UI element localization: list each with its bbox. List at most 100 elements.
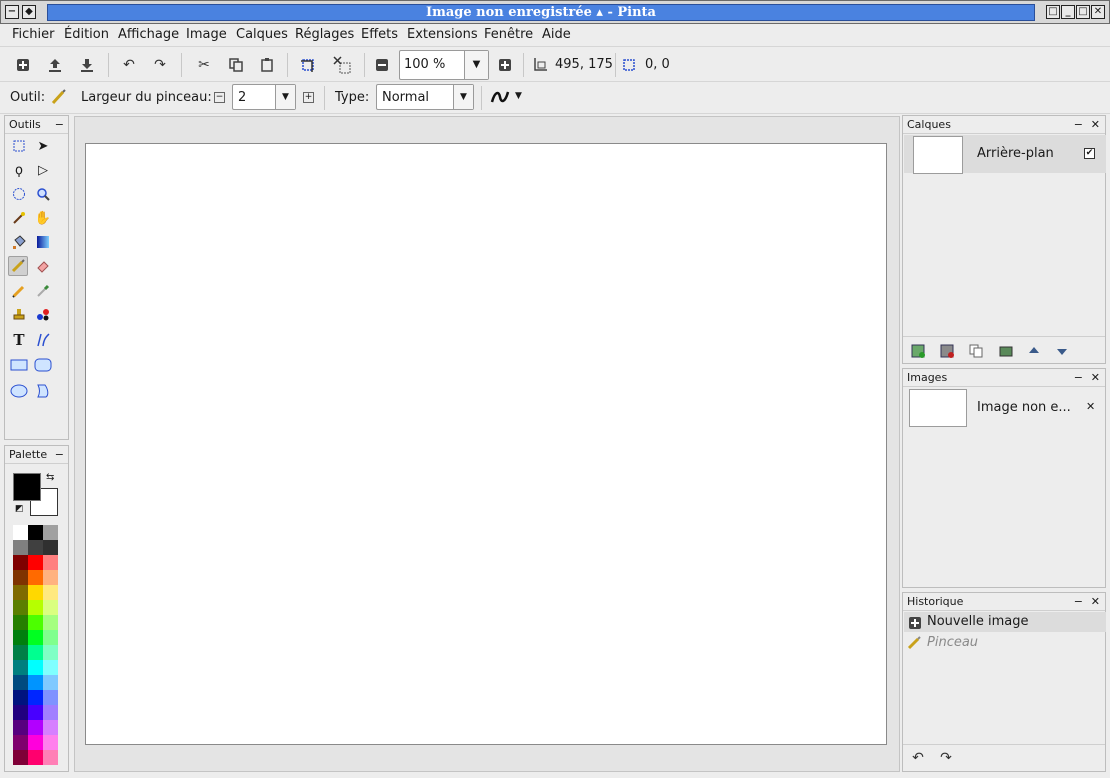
zoom-in-icon[interactable] <box>494 54 516 76</box>
palette-swatch[interactable] <box>13 525 28 540</box>
zoom-icon[interactable] <box>33 184 53 204</box>
clone-stamp-icon[interactable] <box>9 305 29 325</box>
palette-swatch[interactable] <box>13 690 28 705</box>
image-row[interactable]: Image non e... ✕ <box>904 388 1106 430</box>
palette-swatch[interactable] <box>28 630 43 645</box>
window-maximize-button[interactable]: □ <box>1076 5 1090 19</box>
palette-swatch[interactable] <box>28 660 43 675</box>
palette-swatch[interactable] <box>13 540 28 555</box>
palette-swatch[interactable] <box>43 585 58 600</box>
color-picker-icon[interactable] <box>33 281 53 301</box>
palette-swatch[interactable] <box>43 660 58 675</box>
menu-calques[interactable]: Calques <box>236 27 288 42</box>
palette-swatch[interactable] <box>28 690 43 705</box>
palette-swatch[interactable] <box>43 630 58 645</box>
eraser-icon[interactable] <box>33 256 53 276</box>
palette-swatch[interactable] <box>28 600 43 615</box>
rectangle-select-icon[interactable] <box>9 136 29 156</box>
palette-swatch[interactable] <box>43 645 58 660</box>
close-panel-icon[interactable]: ✕ <box>1091 369 1100 387</box>
close-panel-icon[interactable]: ✕ <box>1091 116 1100 134</box>
rectangle-icon[interactable] <box>9 355 29 375</box>
decrease-width-button[interactable]: − <box>214 92 225 103</box>
lasso-select-icon[interactable]: ϙ <box>9 160 29 180</box>
type-combo[interactable]: Normal ▼ <box>376 84 474 110</box>
pencil-icon[interactable] <box>9 281 29 301</box>
palette-swatch[interactable] <box>43 735 58 750</box>
menu-fichier[interactable]: Fichier <box>12 27 55 42</box>
palette-swatch[interactable] <box>13 585 28 600</box>
image-canvas[interactable] <box>85 143 887 745</box>
cut-icon[interactable]: ✂ <box>193 54 215 76</box>
palette-swatch[interactable] <box>28 750 43 765</box>
paste-icon[interactable] <box>256 54 278 76</box>
zoom-out-icon[interactable] <box>371 54 393 76</box>
ellipse-select-icon[interactable] <box>9 184 29 204</box>
palette-swatch[interactable] <box>13 675 28 690</box>
menu-extensions[interactable]: Extensions <box>407 27 478 42</box>
paintbrush-icon[interactable] <box>48 86 70 108</box>
menu-reglages[interactable]: Réglages <box>295 27 354 42</box>
ellipse-icon[interactable] <box>9 381 29 401</box>
palette-swatch[interactable] <box>43 690 58 705</box>
chevron-down-icon[interactable]: ▼ <box>453 85 473 109</box>
zoom-combo[interactable]: 100 % ▼ <box>399 50 489 80</box>
canvas-viewport[interactable] <box>74 116 900 772</box>
primary-color-swatch[interactable] <box>13 473 41 501</box>
window-minimize-button[interactable]: _ <box>1061 5 1075 19</box>
palette-swatch[interactable] <box>43 570 58 585</box>
close-image-icon[interactable]: ✕ <box>1086 400 1095 413</box>
increase-width-button[interactable]: + <box>303 92 314 103</box>
layer-row[interactable]: Arrière-plan ✔ <box>904 135 1106 174</box>
palette-swatch[interactable] <box>13 630 28 645</box>
minimize-panel-icon[interactable]: − <box>1074 369 1083 387</box>
duplicate-layer-icon[interactable] <box>965 340 987 362</box>
move-selected-icon[interactable]: ➤ <box>33 136 53 156</box>
palette-swatch[interactable] <box>43 600 58 615</box>
freeform-shape-icon[interactable] <box>33 381 53 401</box>
move-selection-icon[interactable]: ▷ <box>33 160 53 180</box>
window-close-button[interactable]: ✕ <box>1091 5 1105 19</box>
brush-width-combo[interactable]: 2 ▼ <box>232 84 296 110</box>
delete-layer-icon[interactable] <box>936 340 958 362</box>
undo-icon[interactable]: ↶ <box>907 747 929 769</box>
history-item[interactable]: Pinceau <box>904 633 1106 653</box>
palette-swatch[interactable] <box>43 720 58 735</box>
palette-swatch[interactable] <box>28 585 43 600</box>
palette-swatch[interactable] <box>13 645 28 660</box>
save-icon[interactable] <box>76 54 98 76</box>
palette-swatch[interactable] <box>28 615 43 630</box>
menu-aide[interactable]: Aide <box>542 27 571 42</box>
close-panel-icon[interactable]: ✕ <box>1091 593 1100 611</box>
history-item[interactable]: Nouvelle image <box>904 612 1106 632</box>
deselect-all-icon[interactable] <box>331 54 353 76</box>
paintbrush-tool-icon[interactable] <box>8 256 28 276</box>
palette-swatch[interactable] <box>13 720 28 735</box>
palette-swatch[interactable] <box>28 570 43 585</box>
merge-layer-down-icon[interactable] <box>995 340 1017 362</box>
rounded-rectangle-icon[interactable] <box>33 355 53 375</box>
palette-swatch[interactable] <box>43 540 58 555</box>
palette-swatch[interactable] <box>28 555 43 570</box>
open-icon[interactable] <box>44 54 66 76</box>
palette-swatch[interactable] <box>13 735 28 750</box>
swap-colors-icon[interactable]: ⇆ <box>46 472 54 483</box>
palette-swatch[interactable] <box>13 660 28 675</box>
minimize-panel-icon[interactable]: − <box>1074 116 1083 134</box>
menu-affichage[interactable]: Affichage <box>118 27 179 42</box>
copy-icon[interactable] <box>225 54 247 76</box>
menu-image[interactable]: Image <box>186 27 227 42</box>
palette-swatch[interactable] <box>28 720 43 735</box>
chevron-down-icon[interactable]: ▼ <box>275 85 295 109</box>
palette-swatch[interactable] <box>28 735 43 750</box>
palette-swatch[interactable] <box>13 705 28 720</box>
palette-swatch[interactable] <box>13 615 28 630</box>
palette-swatch[interactable] <box>13 750 28 765</box>
magic-wand-icon[interactable] <box>9 208 29 228</box>
chevron-down-icon[interactable]: ▼ <box>464 51 488 79</box>
new-image-icon[interactable] <box>12 54 34 76</box>
window-stick-button[interactable]: ◆ <box>22 5 36 19</box>
palette-swatch[interactable] <box>13 555 28 570</box>
palette-swatch[interactable] <box>28 675 43 690</box>
palette-swatch[interactable] <box>28 525 43 540</box>
